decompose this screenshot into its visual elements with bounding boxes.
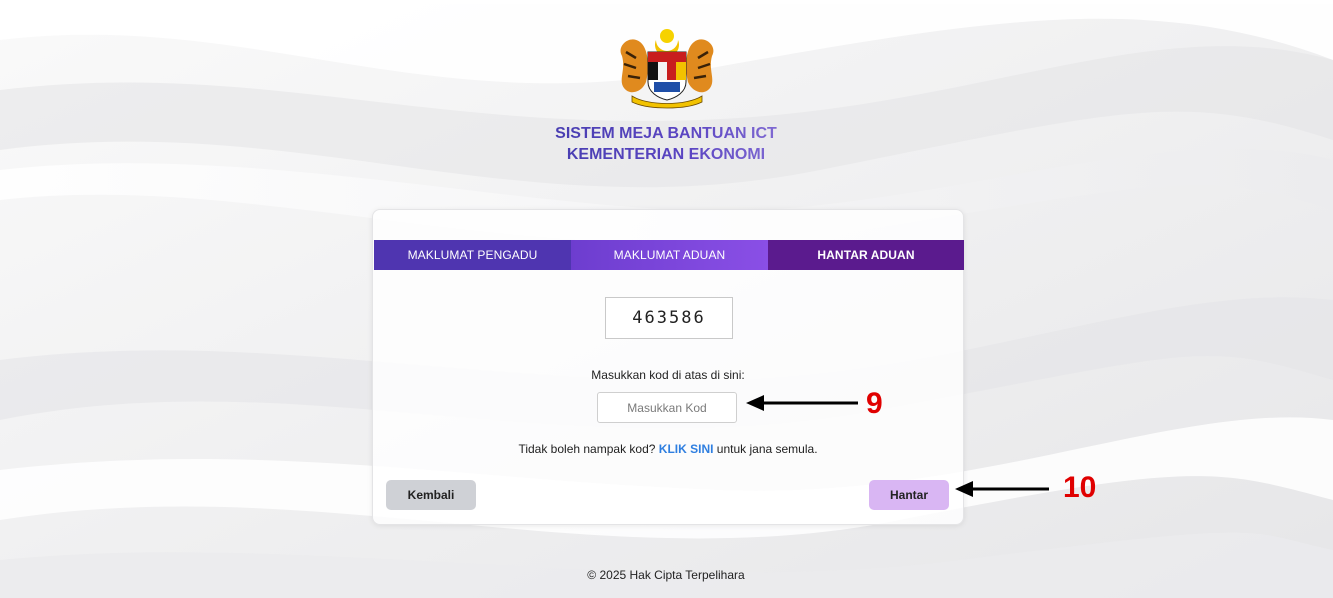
regenerate-code-link[interactable]: KLIK SINI: [659, 442, 714, 456]
step-maklumat-pengadu: MAKLUMAT PENGADU: [374, 240, 571, 270]
submit-button[interactable]: Hantar: [869, 480, 949, 510]
progress-steps: MAKLUMAT PENGADU MAKLUMAT ADUAN HANTAR A…: [374, 240, 964, 270]
site-title-line-1: SISTEM MEJA BANTUAN ICT: [555, 125, 777, 142]
top-edge: [0, 0, 1333, 4]
submit-complaint-card: MAKLUMAT PENGADU MAKLUMAT ADUAN HANTAR A…: [372, 209, 964, 525]
captcha-input[interactable]: [597, 392, 737, 423]
site-title-line-2: KEMENTERIAN EKONOMI: [566, 146, 766, 163]
regenerate-hint-text: Tidak boleh nampak kod?: [518, 442, 656, 456]
annotation-number-10: 10: [1063, 471, 1097, 504]
captcha-input-label: Masukkan kod di atas di sini:: [591, 368, 745, 382]
annotation-number-9: 9: [866, 387, 883, 420]
annotation-arrow-10: [955, 481, 1049, 497]
step-maklumat-aduan: MAKLUMAT ADUAN: [571, 240, 768, 270]
regenerate-hint-suffix: untuk jana semula.: [716, 442, 818, 456]
site-title: SISTEM MEJA BANTUAN ICT KEMENTERIAN EKON…: [466, 123, 866, 165]
malaysia-coat-of-arms-icon: [620, 29, 714, 109]
captcha-code-display: 463586: [605, 297, 733, 339]
back-button[interactable]: Kembali: [386, 480, 476, 510]
annotation-arrow-9: [746, 395, 858, 411]
step-hantar-aduan: HANTAR ADUAN: [768, 240, 964, 270]
regenerate-code-hint: Tidak boleh nampak kod? KLIK SINI untuk …: [453, 442, 883, 456]
footer-copyright: © 2025 Hak Cipta Terpelihara: [587, 568, 745, 582]
